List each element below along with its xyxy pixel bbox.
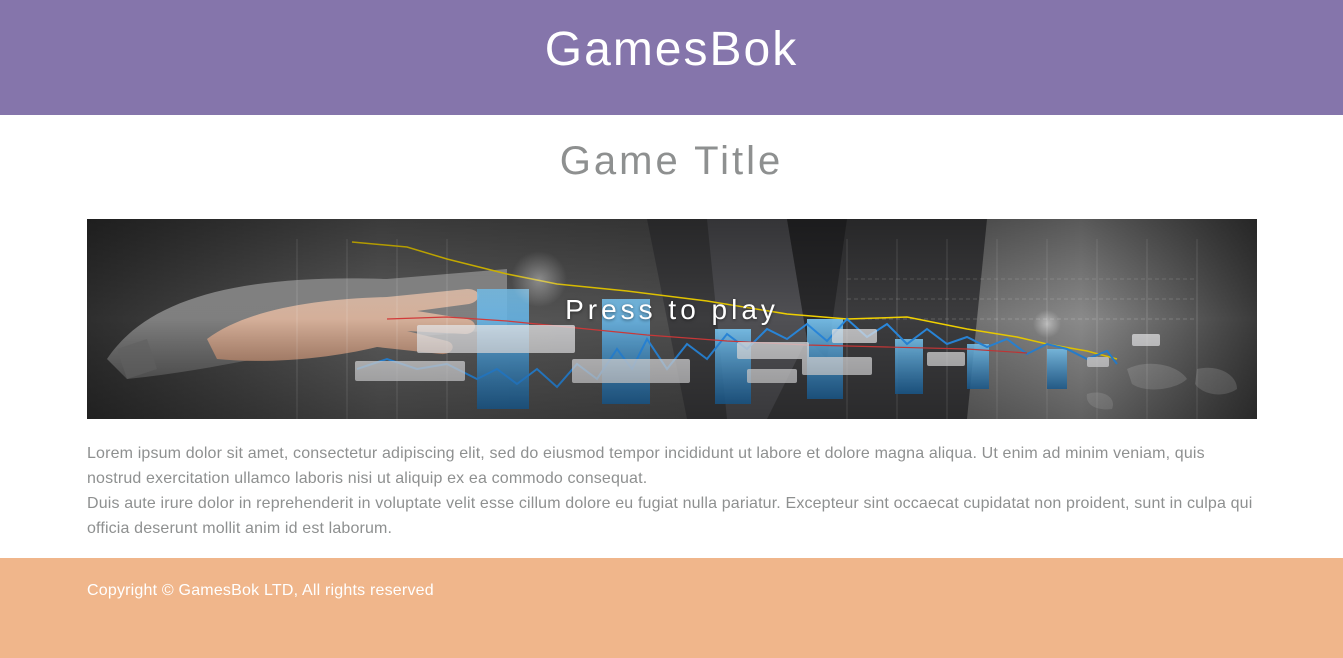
play-button-label[interactable]: Press to play (87, 296, 1257, 324)
site-header: GamesBok (0, 0, 1343, 115)
paragraph: Duis aute irure dolor in reprehenderit i… (87, 495, 1253, 537)
description: Lorem ipsum dolor sit amet, consectetur … (87, 441, 1257, 541)
copyright-text: Copyright © GamesBok LTD, All rights res… (87, 582, 434, 599)
play-banner[interactable]: Press to play (87, 219, 1257, 419)
site-title: GamesBok (544, 22, 799, 76)
site-footer: Copyright © GamesBok LTD, All rights res… (0, 558, 1343, 658)
paragraph: Lorem ipsum dolor sit amet, consectetur … (87, 445, 1205, 487)
game-title: Game Title (559, 139, 784, 183)
